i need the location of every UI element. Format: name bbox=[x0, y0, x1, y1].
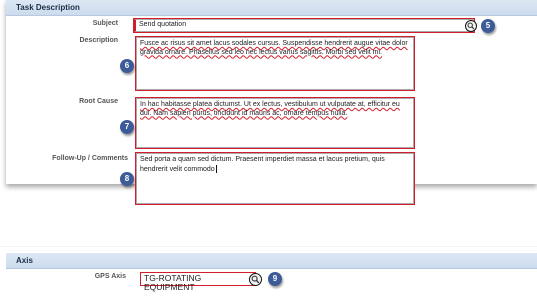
callout-badge-8: 8 bbox=[120, 172, 134, 186]
description-label: Description bbox=[79, 37, 118, 44]
follow-up-value: Sed porta a quam sed dictum. Praesent im… bbox=[140, 156, 385, 173]
follow-up-label: Follow-Up / Comments bbox=[52, 155, 128, 162]
root-cause-textarea[interactable]: In hac habitasse platea dictumst. Ut ex … bbox=[135, 97, 415, 149]
text-cursor bbox=[215, 164, 217, 173]
callout-badge-7: 7 bbox=[120, 120, 134, 134]
magnifier-icon[interactable] bbox=[465, 20, 477, 32]
section-divider bbox=[0, 246, 537, 247]
task-description-panel: Task Description Subject Send quotation … bbox=[6, 0, 537, 205]
follow-up-textarea[interactable]: Sed porta a quam sed dictum. Praesent im… bbox=[135, 152, 415, 205]
subject-input[interactable]: Send quotation bbox=[133, 18, 475, 33]
callout-badge-5: 5 bbox=[481, 19, 495, 33]
subject-value: Send quotation bbox=[139, 21, 187, 28]
subject-label: Subject bbox=[92, 20, 118, 27]
magnifier-icon[interactable] bbox=[249, 273, 262, 286]
root-cause-value: In hac habitasse platea dictumst. Ut ex … bbox=[140, 101, 400, 117]
panel-title-axis: Axis bbox=[6, 253, 537, 269]
description-value: Fusce ac risus sit amet lacus sodales cu… bbox=[140, 40, 408, 56]
panel-title-task-description: Task Description bbox=[6, 0, 537, 16]
callout-badge-6: 6 bbox=[120, 59, 134, 73]
callout-badge-9: 9 bbox=[268, 272, 282, 286]
axis-panel: Axis GPS Axis TG-ROTATING EQUIPMENT 9 bbox=[6, 253, 537, 301]
description-textarea[interactable]: Fusce ac risus sit amet lacus sodales cu… bbox=[135, 36, 415, 91]
root-cause-label: Root Cause bbox=[79, 98, 118, 105]
gps-axis-value: TG-ROTATING EQUIPMENT bbox=[144, 273, 202, 292]
gps-axis-label: GPS Axis bbox=[94, 273, 126, 280]
gps-axis-field[interactable]: TG-ROTATING EQUIPMENT bbox=[140, 272, 256, 291]
